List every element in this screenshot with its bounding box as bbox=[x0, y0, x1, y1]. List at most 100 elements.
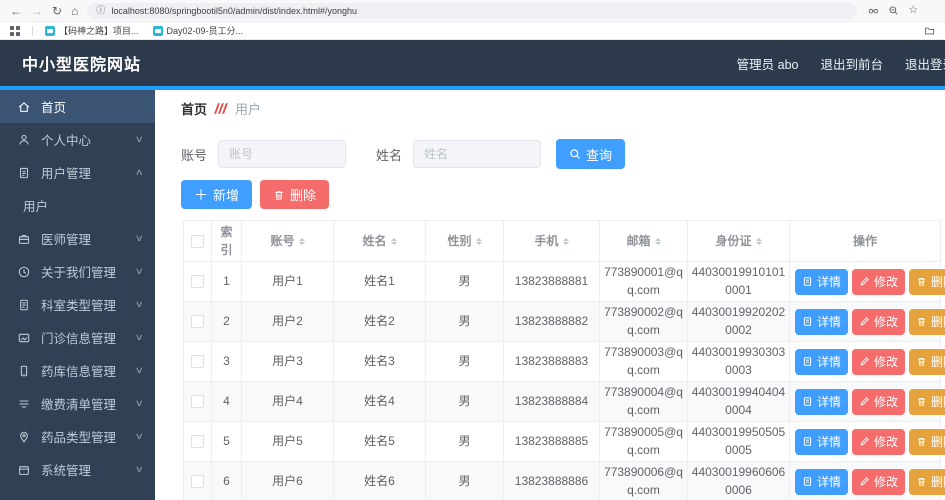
sidebar-item-about-manage[interactable]: 关于我们管理∨ bbox=[0, 255, 155, 288]
app-header: 中小型医院网站 管理员 abo 退出到前台 退出登录 bbox=[0, 40, 945, 86]
admin-user-label[interactable]: 管理员 abo bbox=[737, 54, 799, 73]
sort-icon[interactable] bbox=[476, 235, 482, 248]
sidebar-item-profile[interactable]: 个人中心∨ bbox=[0, 123, 155, 156]
edit-button[interactable]: 修改 bbox=[852, 309, 905, 335]
cell-index: 4 bbox=[212, 382, 242, 422]
row-delete-button[interactable]: 删除 bbox=[909, 269, 945, 295]
edit-button[interactable]: 修改 bbox=[852, 269, 905, 295]
cell-gender: 男 bbox=[426, 302, 504, 342]
name-input[interactable] bbox=[413, 140, 541, 168]
cell-name: 姓名1 bbox=[334, 262, 426, 302]
cell-gender: 男 bbox=[426, 462, 504, 500]
row-delete-button[interactable]: 删除 bbox=[909, 429, 945, 455]
bookmarks-divider bbox=[32, 26, 33, 36]
logout-button[interactable]: 退出登录 bbox=[905, 54, 945, 73]
detail-button[interactable]: 详情 bbox=[795, 269, 848, 295]
row-delete-button[interactable]: 删除 bbox=[909, 309, 945, 335]
account-input[interactable] bbox=[218, 140, 346, 168]
row-delete-button[interactable]: 删除 bbox=[909, 469, 945, 495]
sidebar-item-pharmacy-manage[interactable]: 药库信息管理∨ bbox=[0, 354, 155, 387]
forward-icon[interactable]: → bbox=[31, 5, 43, 17]
bookmarks-folder-icon[interactable] bbox=[924, 25, 935, 36]
detail-doc-icon bbox=[802, 356, 813, 367]
bookmark-day02-09[interactable]: Day02-09-员工分... bbox=[153, 24, 244, 37]
chrome-home-icon[interactable]: ⌂ bbox=[71, 5, 78, 17]
add-button[interactable]: ＋ 新增 bbox=[181, 180, 252, 209]
cell-email: 773890002@qq.com bbox=[600, 302, 688, 342]
sidebar-item-user-manage[interactable]: 用户管理∧ bbox=[0, 156, 155, 189]
edit-button[interactable]: 修改 bbox=[852, 429, 905, 455]
zoom-icon[interactable] bbox=[888, 5, 899, 16]
row-checkbox[interactable] bbox=[191, 475, 204, 488]
sort-icon[interactable] bbox=[563, 235, 569, 248]
column-header-gender[interactable]: 性别 bbox=[426, 221, 504, 262]
cell-account: 用户5 bbox=[242, 422, 334, 462]
breadcrumb-separator-icon bbox=[214, 103, 228, 114]
row-delete-button[interactable]: 删除 bbox=[909, 349, 945, 375]
table-row: 6用户6姓名6男13823888886773890006@qq.com44030… bbox=[184, 462, 941, 500]
row-checkbox[interactable] bbox=[191, 435, 204, 448]
edit-button[interactable]: 修改 bbox=[852, 469, 905, 495]
clipboard-icon bbox=[17, 166, 31, 180]
detail-button[interactable]: 详情 bbox=[795, 469, 848, 495]
delete-button[interactable]: 删除 bbox=[260, 180, 329, 209]
sidebar-subitem-user[interactable]: 用户 bbox=[0, 189, 155, 222]
column-header-id_card[interactable]: 身份证 bbox=[688, 221, 790, 262]
sort-icon[interactable] bbox=[391, 235, 397, 248]
refresh-icon[interactable]: ↻ bbox=[52, 5, 62, 17]
chevron-down-icon: ∨ bbox=[135, 233, 144, 244]
site-info-icon[interactable]: ⓘ bbox=[96, 6, 105, 15]
edit-button[interactable]: 修改 bbox=[852, 389, 905, 415]
column-header-name[interactable]: 姓名 bbox=[334, 221, 426, 262]
search-button[interactable]: 查询 bbox=[556, 139, 625, 169]
sidebar-item-drug-type-manage[interactable]: 药品类型管理∨ bbox=[0, 420, 155, 453]
back-icon[interactable]: ← bbox=[10, 5, 22, 17]
password-manager-icon[interactable] bbox=[868, 5, 879, 16]
browser-window: ← → ↻ ⌂ ⓘ localhost:8080/springbootil5n0… bbox=[0, 0, 945, 500]
cell-email: 773890004@qq.com bbox=[600, 382, 688, 422]
sort-icon[interactable] bbox=[756, 235, 762, 248]
phone-icon bbox=[17, 364, 31, 378]
sort-icon[interactable] bbox=[299, 235, 305, 248]
bookmark-favicon-icon bbox=[153, 26, 163, 36]
column-header-account[interactable]: 账号 bbox=[242, 221, 334, 262]
sidebar-item-home[interactable]: 首页 bbox=[0, 90, 155, 123]
bookmark-mashen-project[interactable]: 【码神之路】项目... bbox=[45, 24, 139, 37]
breadcrumb-home[interactable]: 首页 bbox=[181, 99, 207, 118]
address-bar[interactable]: ⓘ localhost:8080/springbootil5n0/admin/d… bbox=[87, 3, 857, 19]
cell-gender: 男 bbox=[426, 342, 504, 382]
row-checkbox[interactable] bbox=[191, 315, 204, 328]
cell-gender: 男 bbox=[426, 422, 504, 462]
edit-button[interactable]: 修改 bbox=[852, 349, 905, 375]
cell-account: 用户1 bbox=[242, 262, 334, 302]
sidebar-item-outpatient-manage[interactable]: 门诊信息管理∨ bbox=[0, 321, 155, 354]
table-row: 4用户4姓名4男13823888884773890004@qq.com44030… bbox=[184, 382, 941, 422]
row-checkbox[interactable] bbox=[191, 275, 204, 288]
sort-icon[interactable] bbox=[655, 235, 661, 248]
sidebar-item-doctor-manage[interactable]: 医师管理∨ bbox=[0, 222, 155, 255]
column-header-phone[interactable]: 手机 bbox=[504, 221, 600, 262]
sidebar-item-dept-type-manage[interactable]: 科室类型管理∨ bbox=[0, 288, 155, 321]
select-all-checkbox[interactable] bbox=[191, 235, 204, 248]
select-all-cell bbox=[184, 221, 212, 262]
detail-button[interactable]: 详情 bbox=[795, 429, 848, 455]
row-trash-icon bbox=[916, 356, 927, 367]
table-body: 1用户1姓名1男13823888881773890001@qq.com44030… bbox=[184, 262, 941, 500]
detail-button[interactable]: 详情 bbox=[795, 349, 848, 375]
apps-grid-icon[interactable] bbox=[10, 26, 20, 36]
row-checkbox[interactable] bbox=[191, 395, 204, 408]
row-checkbox[interactable] bbox=[191, 355, 204, 368]
sidebar-item-system-manage[interactable]: 系统管理∨ bbox=[0, 453, 155, 486]
cell-phone: 13823888882 bbox=[504, 302, 600, 342]
action-toolbar: ＋ 新增 删除 bbox=[181, 180, 945, 209]
column-header-email[interactable]: 邮箱 bbox=[600, 221, 688, 262]
sidebar-item-payment-manage[interactable]: 缴费清单管理∨ bbox=[0, 387, 155, 420]
detail-doc-icon bbox=[802, 316, 813, 327]
edit-pencil-icon bbox=[859, 276, 870, 287]
exit-to-front-button[interactable]: 退出到前台 bbox=[820, 54, 883, 73]
table-row: 5用户5姓名5男13823888885773890005@qq.com44030… bbox=[184, 422, 941, 462]
row-delete-button[interactable]: 删除 bbox=[909, 389, 945, 415]
detail-button[interactable]: 详情 bbox=[795, 309, 848, 335]
detail-button[interactable]: 详情 bbox=[795, 389, 848, 415]
bookmark-star-icon[interactable]: ☆ bbox=[908, 5, 918, 16]
